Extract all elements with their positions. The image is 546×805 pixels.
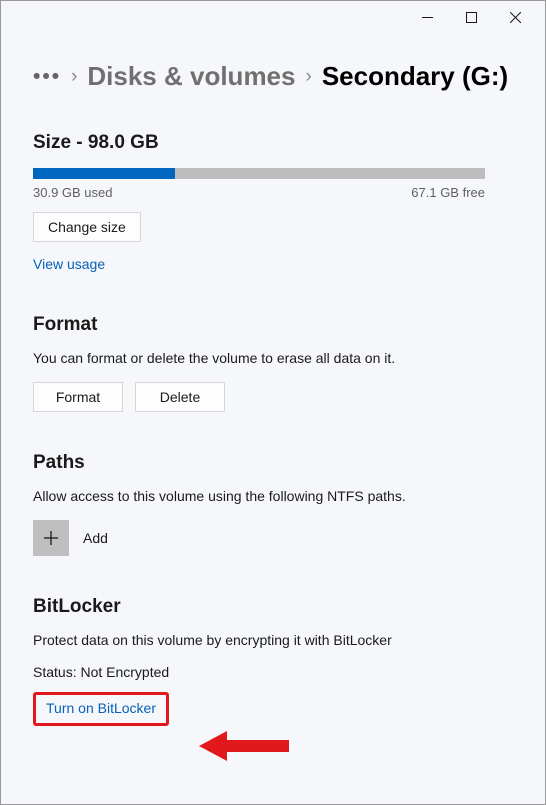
format-button[interactable]: Format — [33, 382, 123, 412]
bitlocker-heading: BitLocker — [33, 596, 513, 618]
chevron-right-icon: › — [71, 66, 77, 88]
breadcrumb-parent[interactable]: Disks & volumes — [87, 61, 295, 92]
turn-on-bitlocker-link[interactable]: Turn on BitLocker — [46, 700, 156, 716]
usage-bar — [33, 168, 485, 179]
format-desc: You can format or delete the volume to e… — [33, 350, 513, 366]
view-usage-link[interactable]: View usage — [33, 256, 105, 272]
minimize-button[interactable] — [405, 3, 449, 31]
maximize-button[interactable] — [449, 3, 493, 31]
format-heading: Format — [33, 314, 513, 336]
size-section: Size - 98.0 GB 30.9 GB used 67.1 GB free… — [33, 132, 513, 274]
usage-bar-fill — [33, 168, 175, 179]
bitlocker-desc: Protect data on this volume by encryptin… — [33, 632, 513, 648]
breadcrumb-current: Secondary (G:) — [322, 61, 508, 92]
used-label: 30.9 GB used — [33, 185, 113, 200]
bitlocker-status: Status: Not Encrypted — [33, 664, 513, 680]
close-button[interactable] — [493, 3, 537, 31]
breadcrumb-more-icon[interactable]: ••• — [33, 65, 61, 89]
format-section: Format You can format or delete the volu… — [33, 314, 513, 412]
paths-section: Paths Allow access to this volume using … — [33, 452, 513, 556]
free-label: 67.1 GB free — [411, 185, 485, 200]
breadcrumb: ••• › Disks & volumes › Secondary (G:) — [33, 61, 513, 92]
add-path-button[interactable]: Add — [33, 520, 513, 556]
delete-button[interactable]: Delete — [135, 382, 225, 412]
paths-heading: Paths — [33, 452, 513, 474]
bitlocker-section: BitLocker Protect data on this volume by… — [33, 596, 513, 726]
annotation-highlight: Turn on BitLocker — [33, 692, 169, 726]
add-label: Add — [83, 530, 108, 546]
titlebar — [1, 1, 545, 33]
paths-desc: Allow access to this volume using the fo… — [33, 488, 513, 504]
change-size-button[interactable]: Change size — [33, 212, 141, 242]
chevron-right-icon: › — [305, 66, 311, 88]
plus-icon — [33, 520, 69, 556]
size-heading: Size - 98.0 GB — [33, 132, 513, 154]
annotation-arrow-icon — [199, 728, 289, 764]
